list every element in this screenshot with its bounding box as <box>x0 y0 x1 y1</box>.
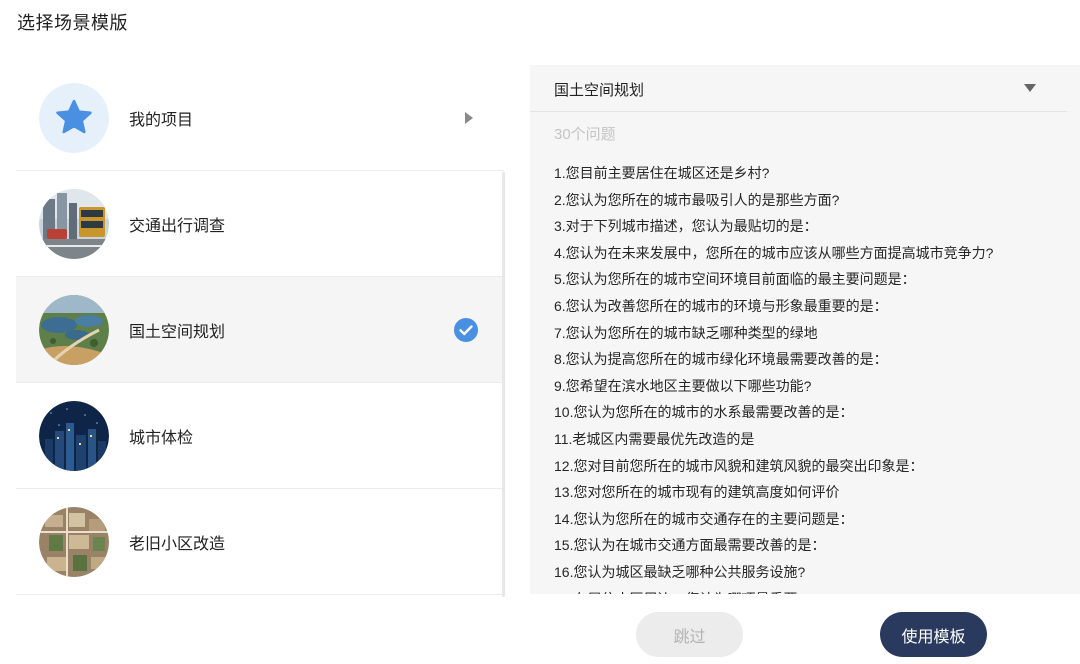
question-item: 15.您认为在城市交通方面最需要改善的是： <box>554 537 826 554</box>
question-item: 11.老城区内需要最优先改造的是 <box>554 430 755 447</box>
scene-item-traffic-survey[interactable]: 交通出行调查 <box>16 171 504 277</box>
question-item: 17.在居住小区周边，您认为哪项最重要? <box>554 586 1064 595</box>
question-item: 16.您认为城区最缺乏哪种公共服务设施? <box>554 563 806 580</box>
use-template-button[interactable]: 使用模板 <box>880 612 987 657</box>
question-item: 2.您认为您所在的城市最吸引人的是那些方面? <box>554 191 840 208</box>
caret-down-icon <box>1024 84 1036 92</box>
template-select-value: 国土空间规划 <box>554 82 645 99</box>
chevron-right-icon <box>465 111 473 124</box>
question-item: 13.您对您所在的城市现有的建筑高度如何评价 <box>554 484 840 501</box>
scene-item-land-planning[interactable]: 国土空间规划 <box>16 277 504 383</box>
check-circle-icon <box>454 317 478 342</box>
question-item: 4.您认为在未来发展中，您所在的城市应该从哪些方面提高城市竞争力? <box>554 244 994 261</box>
skip-button[interactable]: 跳过 <box>636 612 743 657</box>
scene-item-old-community-renovation[interactable]: 老旧小区改造 <box>16 489 504 595</box>
scene-item-label: 国土空间规划 <box>129 323 226 341</box>
landscape-photo <box>39 294 109 365</box>
question-item: 5.您认为您所在的城市空间环境目前面临的最主要问题是： <box>554 271 916 288</box>
scene-item-label: 城市体检 <box>129 429 194 447</box>
template-detail-panel: 国土空间规划 30个问题 1.您目前主要居住在城区还是乡村? 2.您认为您所在的… <box>530 65 1080 594</box>
scene-item-my-projects[interactable]: 我的项目 <box>16 65 504 171</box>
question-item: 9.您希望在滨水地区主要做以下哪些功能? <box>554 377 812 394</box>
scene-item-city-checkup[interactable]: 城市体检 <box>16 383 504 489</box>
question-item: 8.您认为提高您所在的城市绿化环境最需要改善的是： <box>554 351 888 368</box>
traffic-photo <box>39 188 109 259</box>
question-item: 7.您认为您所在的城市缺乏哪种类型的绿地 <box>554 324 818 341</box>
scene-list-scrollbar[interactable] <box>502 172 505 597</box>
scene-item-label: 老旧小区改造 <box>129 535 226 553</box>
question-item: 14.您认为您所在的城市交通存在的主要问题是： <box>554 510 854 527</box>
star-icon <box>39 82 109 153</box>
residential-aerial-photo <box>39 506 109 577</box>
scene-item-label: 我的项目 <box>129 111 194 129</box>
question-item: 10.您认为您所在的城市的水系最需要改善的是： <box>554 404 854 421</box>
question-item: 6.您认为改善您所在的城市的环境与形象最重要的是： <box>554 297 888 314</box>
scene-item-label: 交通出行调查 <box>129 217 226 235</box>
question-count: 30个问题 <box>554 126 616 143</box>
question-list: 1.您目前主要居住在城区还是乡村? 2.您认为您所在的城市最吸引人的是那些方面?… <box>554 160 1064 594</box>
question-item: 12.您对目前您所在的城市风貌和建筑风貌的最突出印象是： <box>554 457 924 474</box>
question-item: 3.对于下列城市描述，您认为最贴切的是： <box>554 218 818 235</box>
dialog-title: 选择场景模版 <box>17 13 128 33</box>
template-select[interactable]: 国土空间规划 <box>530 65 1067 112</box>
night-city-photo <box>39 400 109 471</box>
question-item: 1.您目前主要居住在城区还是乡村? <box>554 165 770 181</box>
scene-list: 我的项目 交通出行调查 国土空间规划 城市体检 老旧小区改造 <box>16 65 504 597</box>
